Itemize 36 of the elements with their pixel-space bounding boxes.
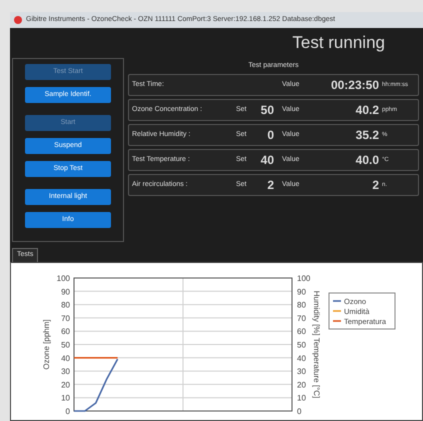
y-tick-label: 80 (297, 300, 306, 310)
axis-title: Humidity [%] Temperature [°C] (312, 290, 321, 398)
y-tick-label: 80 (61, 300, 70, 310)
y-tick-label: 90 (297, 287, 306, 296)
y-tick-label: 30 (61, 367, 70, 376)
set-value: 40 (260, 152, 274, 169)
y-tick-label: 70 (61, 314, 70, 323)
parameter-value: 40.0 (356, 152, 379, 169)
y-tick-label: 30 (297, 367, 306, 376)
y-tick-label: 40 (297, 354, 306, 363)
y-tick-label: 100 (56, 274, 70, 283)
y-tick-label: 10 (61, 394, 70, 403)
y-tick-label: 0 (66, 407, 70, 416)
y-tick-label: 20 (297, 380, 306, 390)
parameter-value: 00:23:50 (330, 77, 379, 94)
parameter-value: 35.2 (356, 127, 379, 144)
y-tick-label: 10 (297, 394, 306, 403)
parameter-value: 2 (372, 177, 379, 194)
y-tick-label: 40 (61, 354, 70, 363)
y-tick-label: 50 (297, 340, 306, 350)
y-tick-label: 70 (297, 314, 306, 323)
parameter-value: 40.2 (356, 102, 379, 119)
y-tick-label: 20 (61, 380, 70, 390)
status-heading: Test running (292, 32, 385, 54)
set-value: 0 (267, 127, 274, 144)
legend-box (328, 292, 396, 330)
y-tick-label: 50 (61, 340, 70, 350)
y-tick-label: 90 (61, 287, 70, 296)
y-tick-label: 0 (297, 407, 302, 416)
axis-title: Ozone [pphm] (42, 319, 51, 370)
set-value: 50 (260, 102, 274, 119)
set-value: 2 (267, 177, 274, 194)
y-tick-label: 100 (297, 274, 310, 283)
y-tick-label: 60 (297, 327, 306, 336)
y-tick-label: 60 (61, 327, 70, 336)
app-icon (14, 16, 22, 24)
